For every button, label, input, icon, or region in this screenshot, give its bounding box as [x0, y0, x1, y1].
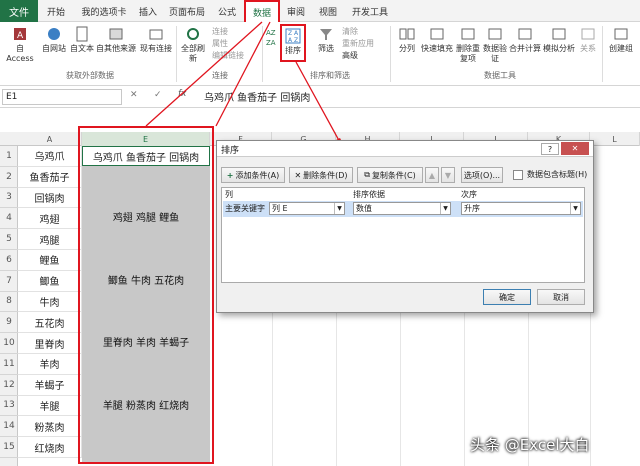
add-level-label: 添加条件(A): [235, 170, 280, 180]
dialog-title-bar: [217, 141, 593, 157]
primary-key-label: 主要关键字: [225, 204, 265, 213]
order-header-label: 次序: [461, 190, 477, 199]
sort-on-header-label: 排序依据: [353, 190, 385, 199]
watermark: 头条 @Excel大白: [470, 436, 590, 454]
column-header-label: 列: [225, 190, 233, 199]
chevron-down-icon: ▼: [440, 203, 450, 214]
close-button[interactable]: ✕: [561, 142, 589, 155]
chevron-down-icon: ▼: [334, 203, 344, 214]
move-up-button[interactable]: ▲: [425, 167, 439, 183]
sort-on-select[interactable]: 数值 ▼: [353, 202, 451, 215]
header-checkbox[interactable]: [513, 170, 523, 180]
copy-level-label: 复制条件(C): [371, 170, 416, 180]
order-value: 升序: [464, 204, 480, 213]
help-button[interactable]: ?: [541, 143, 559, 155]
ok-button[interactable]: 确定: [483, 289, 531, 305]
order-select[interactable]: 升序 ▼: [461, 202, 581, 215]
move-down-button[interactable]: ▼: [441, 167, 455, 183]
cancel-button[interactable]: 取消: [537, 289, 585, 305]
delete-level-button[interactable]: ✕ 删除条件(D): [289, 167, 353, 183]
delete-icon: ✕: [294, 170, 302, 180]
move-up-icon: ▲: [428, 170, 436, 180]
dialog-title: 排序: [221, 146, 240, 156]
copy-level-button[interactable]: ⧉ 复制条件(C): [357, 167, 423, 183]
add-level-button[interactable]: + 添加条件(A): [221, 167, 285, 183]
plus-icon: +: [226, 170, 234, 180]
sort-by-value: 列 E: [272, 204, 288, 213]
move-down-icon: ▼: [444, 170, 452, 180]
copy-icon: ⧉: [364, 170, 370, 179]
header-checkbox-label: 数据包含标题(H): [527, 170, 588, 179]
chevron-down-icon: ▼: [570, 203, 580, 214]
sort-on-value: 数值: [356, 204, 372, 213]
sort-by-column-select[interactable]: 列 E ▼: [269, 202, 345, 215]
delete-level-label: 删除条件(D): [303, 170, 348, 180]
options-button[interactable]: 选项(O)...: [461, 167, 503, 183]
sort-dialog: 排序 ? ✕ + 添加条件(A) ✕ 删除条件(D) ⧉ 复制条件(C) ▲ ▼ 选项…: [216, 140, 594, 313]
